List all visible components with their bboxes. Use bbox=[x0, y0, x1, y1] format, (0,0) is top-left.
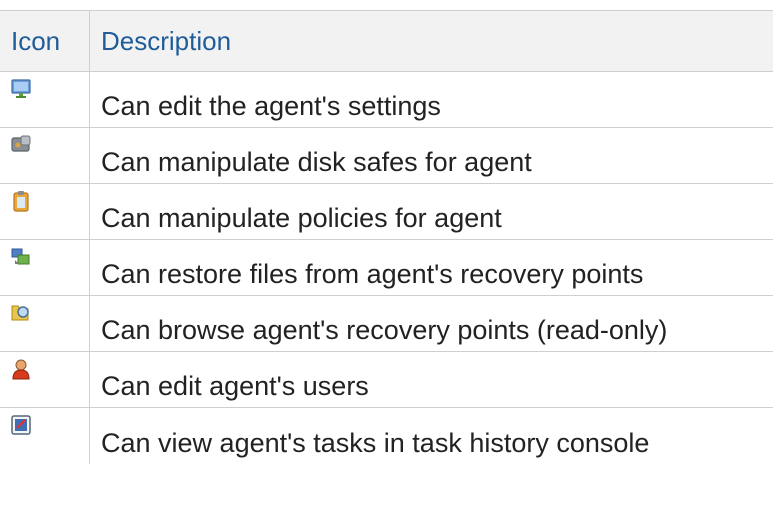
icon-cell bbox=[0, 184, 90, 239]
restore-files-icon bbox=[11, 248, 30, 265]
description-cell: Can edit the agent's settings bbox=[90, 72, 773, 127]
description-cell: Can browse agent's recovery points (read… bbox=[90, 296, 773, 351]
permissions-table: Icon Description Can edit the agent's se… bbox=[0, 10, 773, 464]
icon-cell bbox=[0, 240, 90, 295]
icon-cell bbox=[0, 408, 90, 464]
icon-cell bbox=[0, 128, 90, 183]
table-row: Can view agent's tasks in task history c… bbox=[0, 408, 773, 464]
table-row: Can browse agent's recovery points (read… bbox=[0, 296, 773, 352]
table-row: Can edit the agent's settings bbox=[0, 72, 773, 128]
disk-safe-icon bbox=[11, 135, 31, 152]
row-description: Can restore files from agent's recovery … bbox=[101, 259, 644, 289]
table-row: Can manipulate disk safes for agent bbox=[0, 128, 773, 184]
row-description: Can browse agent's recovery points (read… bbox=[101, 315, 668, 345]
browse-recovery-points-icon bbox=[11, 305, 29, 321]
icon-cell bbox=[0, 352, 90, 407]
table-header-row: Icon Description bbox=[0, 10, 773, 72]
header-icon-cell: Icon bbox=[0, 11, 90, 71]
row-description: Can view agent's tasks in task history c… bbox=[101, 427, 650, 458]
task-history-icon bbox=[11, 415, 31, 435]
icon-cell bbox=[0, 72, 90, 127]
row-description: Can edit agent's users bbox=[101, 371, 369, 401]
user-icon bbox=[12, 359, 30, 380]
description-cell: Can restore files from agent's recovery … bbox=[90, 240, 773, 295]
header-description-cell: Description bbox=[90, 11, 773, 71]
policy-clipboard-icon bbox=[13, 191, 29, 212]
row-description: Can manipulate policies for agent bbox=[101, 203, 502, 233]
description-cell: Can manipulate policies for agent bbox=[90, 184, 773, 239]
table-row: Can manipulate policies for agent bbox=[0, 184, 773, 240]
header-description-label: Description bbox=[101, 25, 232, 56]
description-cell: Can view agent's tasks in task history c… bbox=[90, 408, 773, 464]
row-description: Can manipulate disk safes for agent bbox=[101, 147, 532, 177]
description-cell: Can edit agent's users bbox=[90, 352, 773, 407]
table-row: Can restore files from agent's recovery … bbox=[0, 240, 773, 296]
header-icon-label: Icon bbox=[11, 25, 61, 56]
monitor-icon bbox=[11, 79, 31, 98]
table-row: Can edit agent's users bbox=[0, 352, 773, 408]
icon-cell bbox=[0, 296, 90, 351]
description-cell: Can manipulate disk safes for agent bbox=[90, 128, 773, 183]
row-description: Can edit the agent's settings bbox=[101, 91, 441, 121]
